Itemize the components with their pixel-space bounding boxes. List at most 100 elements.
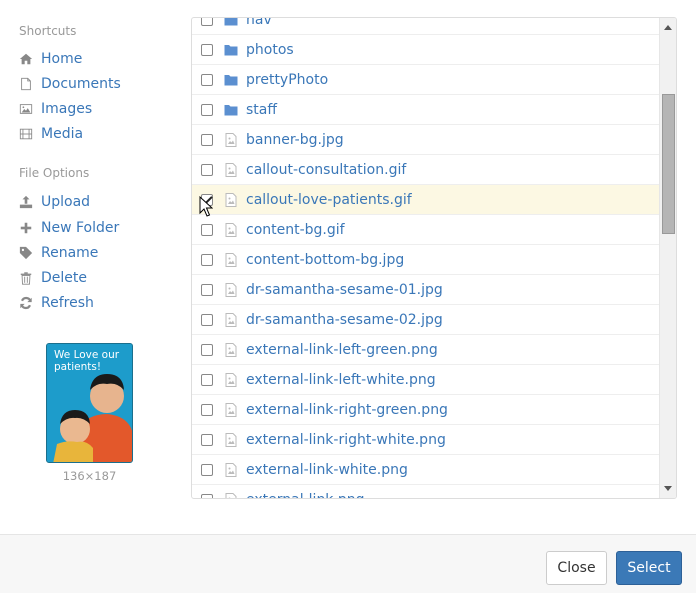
file-checkbox[interactable] bbox=[201, 223, 213, 236]
file-name[interactable]: callout-consultation.gif bbox=[246, 162, 406, 178]
file-row[interactable]: content-bottom-bg.jpg bbox=[192, 245, 659, 275]
image-file-icon bbox=[224, 342, 238, 357]
select-button[interactable]: Select bbox=[616, 551, 682, 585]
dialog-footer: Close Select bbox=[0, 534, 696, 593]
close-button[interactable]: Close bbox=[546, 551, 607, 585]
scroll-up-arrow-icon[interactable] bbox=[664, 25, 672, 30]
shortcut-media[interactable]: Media bbox=[18, 123, 83, 145]
image-file-icon bbox=[224, 162, 238, 177]
upload-label: Upload bbox=[41, 194, 91, 210]
file-name[interactable]: dr-samantha-sesame-01.jpg bbox=[246, 282, 443, 298]
vertical-scrollbar[interactable] bbox=[659, 18, 676, 498]
file-row[interactable]: dr-samantha-sesame-02.jpg bbox=[192, 305, 659, 335]
file-checkbox[interactable] bbox=[201, 433, 213, 446]
file-row[interactable]: external-link-left-green.png bbox=[192, 335, 659, 365]
image-file-icon bbox=[224, 402, 238, 417]
file-checkbox[interactable] bbox=[201, 253, 213, 266]
file-row[interactable]: dr-samantha-sesame-01.jpg bbox=[192, 275, 659, 305]
file-checkbox[interactable] bbox=[201, 403, 213, 416]
shortcut-label: Images bbox=[41, 101, 93, 117]
file-checkbox[interactable] bbox=[201, 493, 213, 498]
new-folder-button[interactable]: New Folder bbox=[18, 217, 119, 239]
file-list: nav photos prettyPhoto staff banner-bg.jpg ca… bbox=[192, 18, 659, 499]
file-checkbox[interactable] bbox=[201, 283, 213, 296]
file-checkbox[interactable] bbox=[201, 343, 213, 356]
folder-icon bbox=[224, 18, 238, 27]
file-row[interactable]: external-link-right-white.png bbox=[192, 425, 659, 455]
file-row[interactable]: nav bbox=[192, 18, 659, 35]
image-file-icon bbox=[224, 462, 238, 477]
refresh-icon bbox=[18, 295, 34, 311]
film-icon bbox=[18, 126, 34, 142]
scroll-down-arrow-icon[interactable] bbox=[664, 486, 672, 491]
image-icon bbox=[18, 101, 34, 117]
file-row[interactable]: prettyPhoto bbox=[192, 65, 659, 95]
image-file-icon bbox=[224, 432, 238, 447]
document-icon bbox=[18, 76, 34, 92]
delete-button[interactable]: Delete bbox=[18, 267, 87, 289]
rename-button[interactable]: Rename bbox=[18, 242, 98, 264]
file-name[interactable]: external-link-left-white.png bbox=[246, 372, 436, 388]
shortcut-documents[interactable]: Documents bbox=[18, 73, 121, 95]
preview-caption: We Love our patients! bbox=[54, 349, 120, 373]
file-checkbox[interactable] bbox=[201, 18, 213, 26]
shortcut-home[interactable]: Home bbox=[18, 48, 82, 70]
scrollbar-thumb[interactable] bbox=[662, 94, 675, 234]
upload-button[interactable]: Upload bbox=[18, 191, 90, 213]
file-name[interactable]: external-link-left-green.png bbox=[246, 342, 438, 358]
file-name[interactable]: photos bbox=[246, 42, 294, 58]
file-name[interactable]: staff bbox=[246, 102, 277, 118]
file-name[interactable]: nav bbox=[246, 18, 272, 28]
file-row[interactable]: content-bg.gif bbox=[192, 215, 659, 245]
file-checkbox[interactable] bbox=[201, 163, 213, 176]
file-name[interactable]: content-bottom-bg.jpg bbox=[246, 252, 404, 268]
file-name[interactable]: banner-bg.jpg bbox=[246, 132, 344, 148]
file-row[interactable]: staff bbox=[192, 95, 659, 125]
file-row[interactable]: external-link-right-green.png bbox=[192, 395, 659, 425]
file-list-panel: nav photos prettyPhoto staff banner-bg.jpg ca… bbox=[191, 17, 677, 499]
file-checkbox[interactable] bbox=[201, 313, 213, 326]
file-row[interactable]: banner-bg.jpg bbox=[192, 125, 659, 155]
file-checkbox[interactable] bbox=[201, 73, 213, 86]
file-row[interactable]: photos bbox=[192, 35, 659, 65]
image-file-icon bbox=[224, 192, 238, 207]
file-row[interactable]: external-link-left-white.png bbox=[192, 365, 659, 395]
file-options-heading: File Options bbox=[19, 166, 90, 180]
file-checkbox[interactable] bbox=[201, 463, 213, 476]
folder-icon bbox=[224, 43, 238, 57]
shortcut-label: Documents bbox=[41, 76, 121, 92]
shortcuts-heading: Shortcuts bbox=[19, 24, 77, 38]
file-name[interactable]: external-link-right-green.png bbox=[246, 402, 448, 418]
image-file-icon bbox=[224, 492, 238, 498]
image-file-icon bbox=[224, 252, 238, 267]
tag-icon bbox=[18, 245, 34, 261]
image-file-icon bbox=[224, 222, 238, 237]
file-checkbox[interactable] bbox=[201, 373, 213, 386]
file-name[interactable]: prettyPhoto bbox=[246, 72, 328, 88]
refresh-button[interactable]: Refresh bbox=[18, 292, 94, 314]
file-name[interactable]: callout-love-patients.gif bbox=[246, 192, 412, 208]
plus-icon bbox=[18, 220, 34, 236]
file-checkbox[interactable] bbox=[201, 133, 213, 146]
preview-dimensions: 136×187 bbox=[62, 469, 117, 483]
file-row[interactable]: external-link-white.png bbox=[192, 455, 659, 485]
image-preview-thumbnail: We Love our patients! bbox=[46, 343, 133, 463]
home-icon bbox=[18, 51, 34, 67]
file-row[interactable]: callout-consultation.gif bbox=[192, 155, 659, 185]
image-file-icon bbox=[224, 282, 238, 297]
file-name[interactable]: external-link-white.png bbox=[246, 462, 408, 478]
upload-icon bbox=[18, 194, 34, 210]
trash-icon bbox=[18, 270, 34, 286]
shortcut-images[interactable]: Images bbox=[18, 98, 92, 120]
file-checkbox[interactable] bbox=[201, 43, 213, 56]
delete-label: Delete bbox=[41, 270, 87, 286]
shortcut-label: Home bbox=[41, 51, 83, 67]
file-row[interactable]: external-link.png bbox=[192, 485, 659, 499]
file-name[interactable]: external-link.png bbox=[246, 492, 365, 499]
folder-icon bbox=[224, 103, 238, 117]
file-name[interactable]: external-link-right-white.png bbox=[246, 432, 446, 448]
file-checkbox[interactable] bbox=[201, 103, 213, 116]
file-name[interactable]: dr-samantha-sesame-02.jpg bbox=[246, 312, 443, 328]
file-name[interactable]: content-bg.gif bbox=[246, 222, 345, 238]
file-row[interactable]: callout-love-patients.gif bbox=[192, 185, 659, 215]
